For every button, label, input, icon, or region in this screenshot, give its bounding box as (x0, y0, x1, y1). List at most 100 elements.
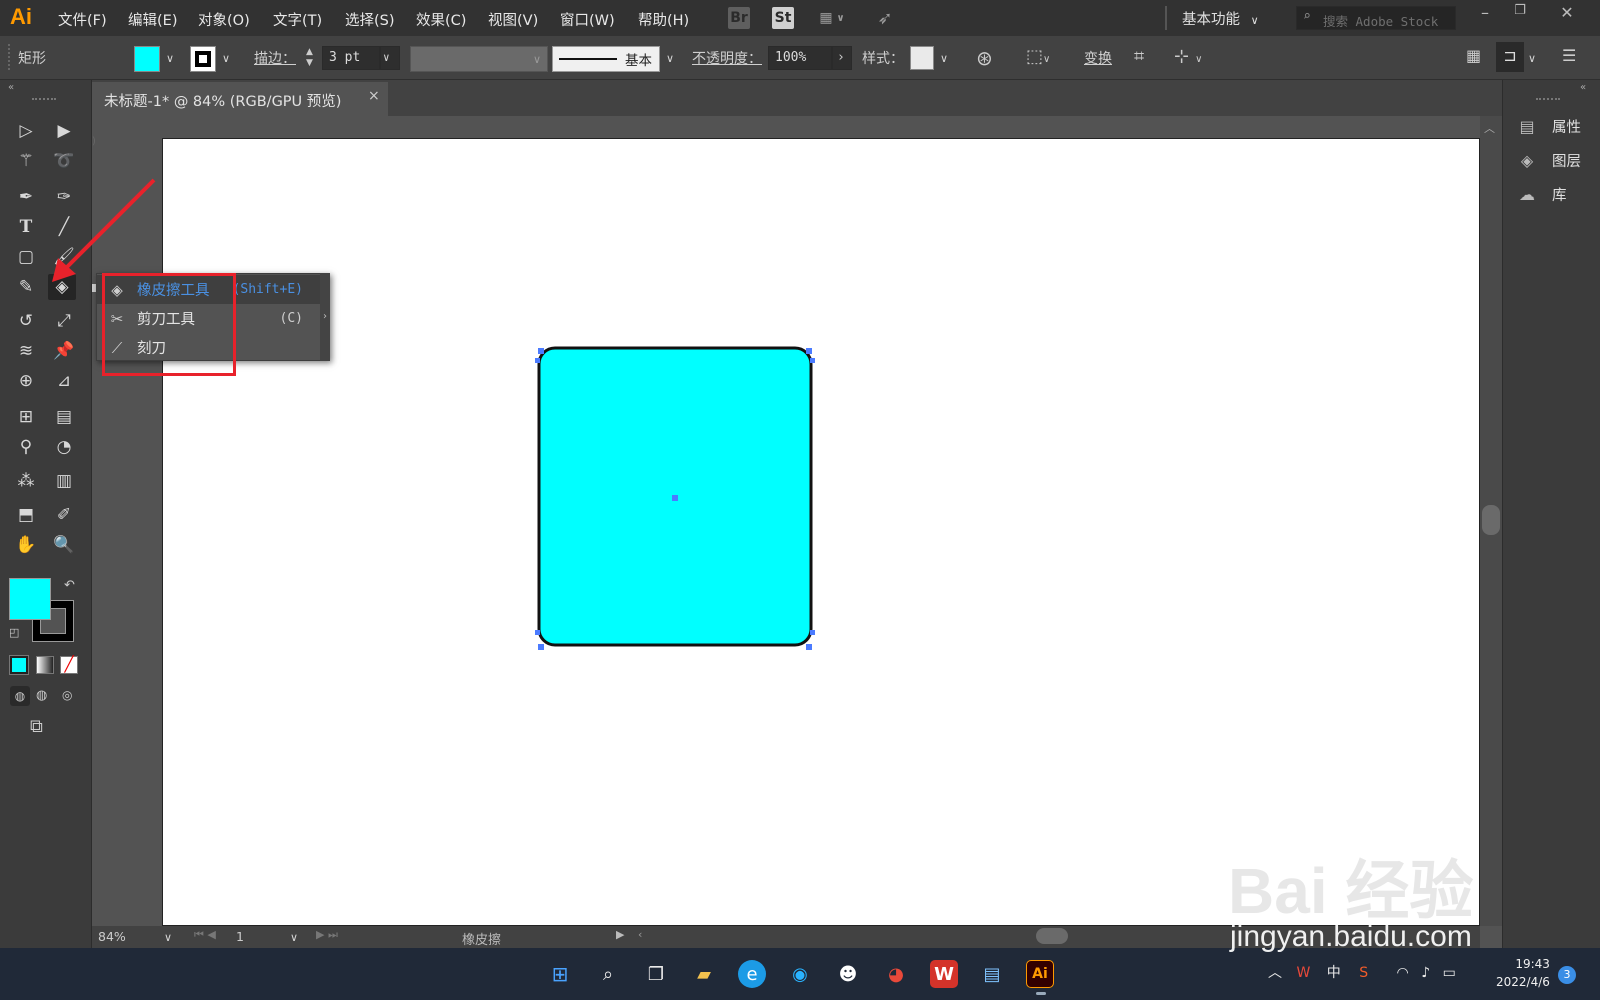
notepad-icon[interactable]: ▤ (978, 960, 1006, 988)
anchor-handle[interactable] (806, 644, 812, 650)
wps-tray-icon[interactable]: W (1296, 965, 1310, 981)
scale-tool-icon[interactable]: ⤢ (50, 308, 78, 334)
swap-fill-stroke-icon[interactable]: ↶ (64, 578, 75, 593)
arrange-documents-icon[interactable]: ▦ ∨ (812, 7, 852, 29)
minimize-button[interactable]: – (1470, 3, 1500, 27)
anchor-handle[interactable] (538, 348, 544, 354)
stroke-weight-field[interactable]: 3 pt (322, 46, 380, 70)
expand-panels-icon[interactable]: « (1580, 82, 1586, 93)
brush-dropdown-icon[interactable]: ∨ (666, 52, 674, 65)
artboard-tool-icon[interactable]: ⬒ (12, 502, 40, 528)
artboard[interactable] (162, 138, 1480, 926)
bridge-button[interactable]: Br (728, 7, 750, 29)
anchor-handle[interactable] (535, 358, 540, 363)
stroke-swatch[interactable] (190, 46, 216, 72)
workspace-switcher[interactable]: 基本功能 ∨ (1182, 8, 1259, 29)
layers-panel-button[interactable]: ◈ 图层 (1514, 146, 1581, 174)
properties-panel-button[interactable]: ▤ 属性 (1514, 112, 1581, 140)
task-view-icon[interactable]: ❐ (642, 960, 670, 988)
opacity-expand-icon[interactable]: › (832, 46, 852, 70)
rectangle-tool-icon[interactable]: ▢ (12, 244, 40, 270)
zoom-level-field[interactable]: 84% (98, 929, 158, 944)
gradient-tool-icon[interactable]: ▤ (50, 404, 78, 430)
fill-swatch[interactable] (134, 46, 160, 72)
transform-link[interactable]: 变换 (1084, 48, 1112, 68)
libraries-panel-button[interactable]: ☁ 库 (1514, 180, 1567, 208)
gpu-performance-icon[interactable]: ➶ (872, 7, 898, 29)
first-artboard-icon[interactable]: ⏮ ◀ (194, 928, 216, 942)
blend-tool-icon[interactable]: ◔ (50, 434, 78, 460)
last-artboard-icon[interactable]: ▶ ⏭ (316, 928, 338, 942)
rounded-rectangle-shape[interactable] (530, 340, 820, 652)
artboard-dropdown-icon[interactable]: ∨ (290, 931, 298, 944)
recolor-artwork-icon[interactable]: ⊛ (976, 46, 993, 70)
direct-selection-tool-icon[interactable]: ▶ (50, 118, 78, 144)
notification-badge[interactable]: 3 (1558, 966, 1576, 984)
vertical-scroll-thumb[interactable] (1482, 505, 1500, 535)
menu-view[interactable]: 视图(V) (488, 9, 538, 30)
draw-normal-icon[interactable]: ◍ (10, 686, 30, 706)
zoom-dropdown-icon[interactable]: ∨ (164, 931, 172, 944)
wifi-icon[interactable]: ◠ (1397, 965, 1409, 981)
status-menu-icon[interactable]: ▶ (616, 928, 624, 941)
menu-select[interactable]: 选择(S) (345, 9, 395, 30)
menu-file[interactable]: 文件(F) (58, 9, 107, 30)
anchor-handle[interactable] (806, 348, 812, 354)
menu-edit[interactable]: 编辑(E) (128, 9, 177, 30)
input-language-indicator[interactable]: 中 (1327, 965, 1341, 981)
draw-inside-icon[interactable]: ◎ (62, 688, 72, 702)
close-tab-icon[interactable]: × (368, 88, 380, 104)
start-icon[interactable]: ⊞ (546, 960, 574, 988)
draw-behind-icon[interactable]: ◍ (36, 688, 47, 703)
opacity-field[interactable]: 100% (768, 46, 832, 70)
mesh-tool-icon[interactable]: ⊞ (12, 404, 40, 430)
column-graph-tool-icon[interactable]: ▥ (50, 468, 78, 494)
symbol-sprayer-tool-icon[interactable]: ⁂ (12, 468, 40, 494)
document-tab[interactable]: 未标题-1* @ 84% (RGB/GPU 预览) (92, 82, 388, 116)
stroke-label[interactable]: 描边： (254, 48, 296, 68)
puppet-warp-icon[interactable]: ⊹ ∨ (1174, 46, 1202, 67)
file-explorer-icon[interactable]: ▰ (690, 960, 718, 988)
edge-browser-icon[interactable]: ◉ (786, 960, 814, 988)
taskbar-clock[interactable]: 19:43 2022/4/6 (1496, 955, 1550, 991)
artboard-number-field[interactable]: 1 (236, 929, 244, 944)
control-menu-icon[interactable]: ☰ (1562, 46, 1576, 65)
anchor-handle[interactable] (810, 358, 815, 363)
search-taskbar-icon[interactable]: ⌕ (594, 960, 622, 988)
menu-type[interactable]: 文字(T) (273, 9, 322, 30)
opacity-label[interactable]: 不透明度： (692, 48, 762, 68)
collapse-toolbox-icon[interactable]: « (8, 82, 14, 93)
stroke-stepper-icon[interactable]: ▲ ▼ (306, 47, 313, 69)
menu-object[interactable]: 对象(O) (198, 9, 250, 30)
flyout-expand-arrow-icon[interactable]: › (320, 273, 330, 361)
panel-dropdown-icon[interactable]: ∨ (1528, 52, 1536, 65)
anchor-handle[interactable] (810, 630, 815, 635)
eyedropper-tool-icon[interactable]: ⚲ (12, 434, 40, 460)
stock-button[interactable]: St (772, 7, 794, 29)
sogou-input-icon[interactable]: S (1359, 965, 1368, 981)
chrome-icon[interactable]: ◕ (882, 960, 910, 988)
gradient-mode-icon[interactable] (36, 656, 54, 674)
shaper-tool-icon[interactable]: ✎ (12, 274, 40, 300)
isolate-object-icon[interactable]: ⌗ (1134, 46, 1144, 67)
warp-tool-icon[interactable]: ≋ (12, 338, 40, 364)
shape-builder-tool-icon[interactable]: ⊕ (12, 368, 40, 394)
scroll-left-icon[interactable]: ‹ (638, 928, 642, 941)
wps-office-icon[interactable]: W (930, 960, 958, 988)
anchor-handle[interactable] (535, 630, 540, 635)
fill-color-box[interactable] (9, 578, 51, 620)
default-fill-stroke-icon[interactable]: ◰ (9, 626, 19, 639)
ie-browser-icon[interactable]: e (738, 960, 766, 988)
change-screen-mode-icon[interactable]: ⧉ (30, 716, 43, 737)
anchor-handle[interactable] (538, 644, 544, 650)
stroke-dropdown-icon[interactable]: ∨ (222, 52, 230, 65)
tray-overflow-icon[interactable]: ︿ (1268, 965, 1282, 981)
stock-search-input[interactable]: ⌕ 搜索 Adobe Stock (1296, 6, 1456, 30)
none-mode-icon[interactable]: ╱ (60, 656, 78, 674)
hand-tool-icon[interactable]: ✋ (12, 532, 40, 558)
illustrator-taskbar-icon[interactable]: Ai (1026, 960, 1054, 988)
graphic-style-swatch[interactable] (910, 46, 934, 70)
restore-button[interactable]: ❐ (1505, 3, 1535, 27)
properties-toggle-icon[interactable]: ⊐ (1496, 42, 1524, 72)
qq-icon[interactable]: ☻ (834, 960, 862, 988)
